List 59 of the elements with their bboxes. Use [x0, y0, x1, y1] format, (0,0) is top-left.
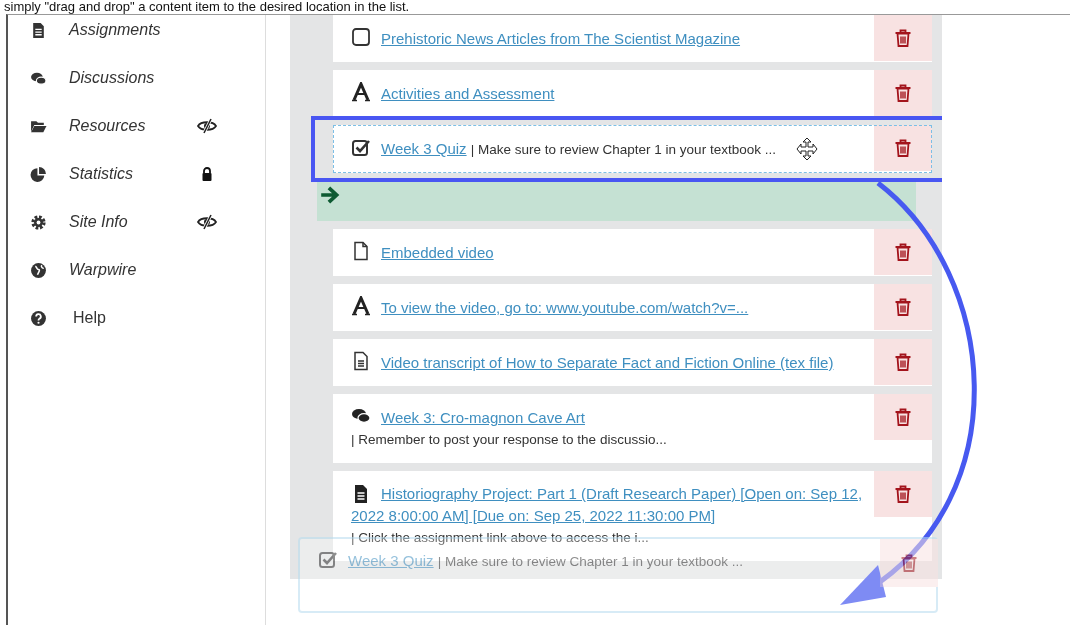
delete-button[interactable] [874, 70, 932, 116]
sidebar-item[interactable]: Statistics [69, 165, 191, 183]
content-item[interactable]: Activities and Assessment [333, 70, 932, 117]
pie-chart-icon [30, 165, 47, 183]
trash-icon [899, 552, 919, 574]
page-outline-icon [351, 241, 371, 261]
sidebar-item[interactable]: Warpwire [69, 261, 191, 279]
trash-icon [893, 82, 913, 104]
item-link[interactable]: Prehistoric News Articles from The Scientist Magazine [381, 30, 741, 47]
delete-button[interactable] [874, 125, 932, 171]
item-link[interactable]: Week 3 Quiz [381, 140, 467, 157]
item-note: | Remember to post your response to the discussio... [351, 431, 668, 449]
item-link[interactable]: Embedded video [381, 244, 494, 261]
content-item[interactable]: To view the video, go to: www.youtube.com/watch?v=... [333, 284, 932, 331]
item-note: | Click the assignment link above to access the i... [351, 529, 650, 547]
chat-bubbles-icon [351, 406, 371, 426]
delete-button[interactable] [874, 471, 932, 517]
content-item[interactable]: Week 3: Cro-magnon Cave Art | Remember to post your response to the discussio... [333, 394, 932, 463]
trash-icon [893, 296, 913, 318]
sidebar-item[interactable]: Assignments [69, 21, 191, 39]
trash-icon [893, 137, 913, 159]
delete-button[interactable] [874, 284, 932, 330]
content-item[interactable]: Prehistoric News Articles from The Scientist Magazine [333, 15, 932, 62]
delete-button[interactable] [874, 15, 932, 61]
sidebar-item[interactable]: Site Info [69, 213, 191, 231]
text-type-icon [351, 82, 371, 102]
trash-icon [893, 241, 913, 263]
checkbox-icon [351, 137, 371, 157]
delete-button[interactable] [880, 539, 938, 587]
sidebar-item[interactable]: Help [73, 309, 195, 327]
delete-button[interactable] [874, 229, 932, 275]
trash-icon [893, 483, 913, 505]
trash-icon [893, 406, 913, 428]
delete-button[interactable] [874, 339, 932, 385]
document-icon [30, 21, 47, 39]
text-file-icon [351, 351, 371, 371]
content-item[interactable]: Week 3 Quiz | Make sure to review Chapter 1 in your textbook ... [333, 125, 932, 173]
text-type-icon [351, 296, 371, 316]
sidebar-item[interactable]: Discussions [69, 69, 191, 87]
move-cursor-icon [796, 137, 818, 161]
content-item[interactable]: Embedded video [333, 229, 932, 276]
help-icon [30, 309, 47, 327]
item-link[interactable]: Activities and Assessment [381, 85, 555, 102]
right-arrow-icon [319, 184, 341, 206]
item-link[interactable]: Video transcript of How to Separate Fact and Fiction Online (tex file) [381, 354, 834, 371]
square-icon [351, 27, 371, 47]
caption-text: simply "drag and drop" a content item to the desired location in the list. [3, 0, 411, 14]
sidebar-item[interactable]: Resources [69, 117, 191, 135]
item-link[interactable]: Historiography Project: Part 1 (Draft Research Paper) [Open on: Sep 12, 2022 8:00:00 AM] [Due on: Sep 25, 2022 11:30:00 PM] [351, 483, 868, 527]
item-link[interactable]: To view the video, go to: www.youtube.com/watch?v=... [381, 299, 749, 316]
delete-button[interactable] [874, 394, 932, 440]
globe-icon [30, 261, 47, 279]
checkbox-icon [318, 549, 338, 569]
gear-icon [30, 213, 47, 231]
content-item[interactable]: Video transcript of How to Separate Fact and Fiction Online (tex file) [333, 339, 932, 386]
item-note: | Make sure to review Chapter 1 in your textbook ... [470, 142, 776, 157]
item-link[interactable]: Week 3: Cro-magnon Cave Art [381, 409, 585, 426]
trash-icon [893, 351, 913, 373]
trash-icon [893, 27, 913, 49]
